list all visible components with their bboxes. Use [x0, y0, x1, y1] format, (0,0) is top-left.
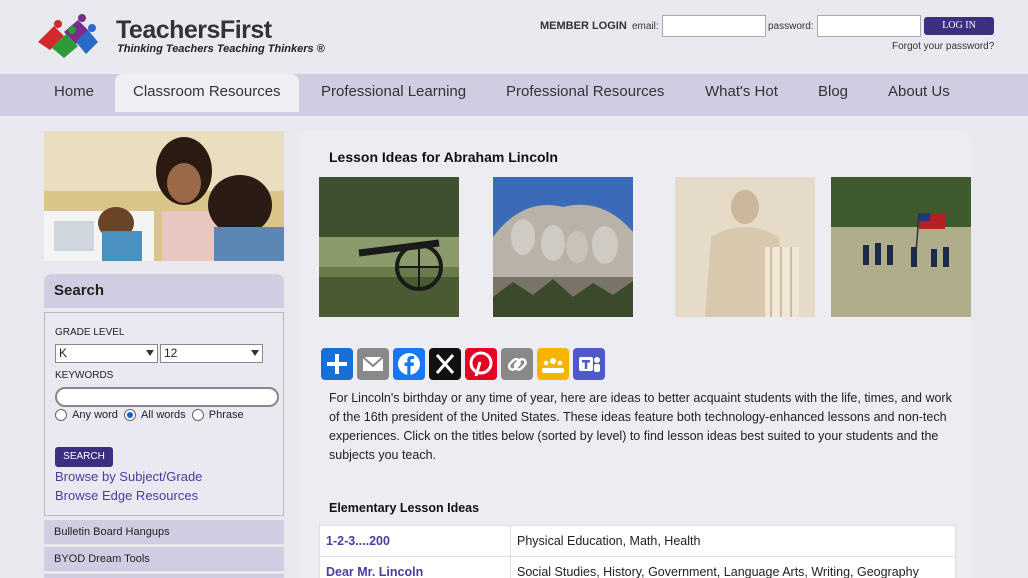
brand-tagline: Thinking Teachers Teaching Thinkers ® — [117, 43, 325, 55]
member-login-title: MEMBER LOGIN — [540, 20, 627, 32]
email-icon[interactable] — [357, 348, 389, 380]
lesson-subjects: Social Studies, History, Government, Lan… — [517, 565, 919, 578]
nav-about-us[interactable]: About Us — [870, 74, 968, 112]
lesson-title-link[interactable]: 1-2-3....200 — [320, 526, 511, 556]
site-logo[interactable]: TeachersFirst Thinking Teachers Teaching… — [36, 12, 325, 60]
site-header: TeachersFirst Thinking Teachers Teaching… — [0, 0, 1028, 74]
brand-name: TeachersFirst — [116, 16, 272, 44]
lesson-table: 1-2-3....200 Physical Education, Math, H… — [319, 525, 956, 578]
match-options: Any word All words Phrase — [55, 409, 244, 422]
radio-phrase-label: Phrase — [208, 409, 244, 422]
sidebar-item-byod-dream-tools[interactable]: BYOD Dream Tools — [44, 547, 284, 571]
teams-icon[interactable] — [573, 348, 605, 380]
civil-war-reenactment-photo — [831, 177, 971, 317]
radio-any-word-label: Any word — [72, 409, 118, 422]
pinterest-icon[interactable] — [465, 348, 497, 380]
google-classroom-icon[interactable] — [537, 348, 569, 380]
chevron-down-icon — [146, 350, 154, 356]
nav-blog[interactable]: Blog — [800, 74, 866, 112]
main-nav: Home Classroom Resources Professional Le… — [0, 74, 1028, 116]
page-title: Lesson Ideas for Abraham Lincoln — [329, 149, 558, 165]
intro-paragraph: For Lincoln's birthday or any time of ye… — [329, 391, 952, 462]
nav-classroom-resources[interactable]: Classroom Resources — [115, 74, 299, 112]
nav-professional-resources[interactable]: Professional Resources — [488, 74, 682, 112]
browse-subject-grade-link[interactable]: Browse by Subject/Grade — [55, 469, 202, 484]
main-content: Lesson Ideas for Abraham Lincoln For Lin… — [299, 131, 971, 578]
search-heading: Search — [44, 274, 284, 308]
member-login-form: MEMBER LOGIN email: password: LOG IN — [540, 15, 1000, 39]
sidebar-item-bulletin-board-hangups[interactable]: Bulletin Board Hangups — [44, 520, 284, 544]
grade-from-value: K — [59, 346, 68, 360]
cannon-photo — [319, 177, 459, 317]
grade-from-select[interactable]: K — [55, 344, 158, 363]
radio-all-words[interactable] — [123, 409, 136, 422]
password-field[interactable] — [817, 15, 921, 37]
radio-any-word[interactable] — [55, 409, 67, 422]
nav-professional-learning[interactable]: Professional Learning — [303, 74, 484, 112]
lincoln-memorial-photo — [675, 177, 815, 317]
mount-rushmore-photo — [493, 177, 633, 317]
password-label: password: — [768, 21, 814, 32]
nav-whats-hot[interactable]: What's Hot — [687, 74, 796, 112]
keywords-label: KEYWORDS — [55, 370, 114, 381]
chevron-down-icon — [251, 350, 259, 356]
search-button[interactable]: SEARCH — [55, 447, 113, 467]
share-icon[interactable] — [321, 348, 353, 380]
copy-link-icon[interactable] — [501, 348, 533, 380]
puzzle-people-logo-icon — [38, 14, 98, 58]
sidebar-hero-image — [44, 131, 284, 261]
grade-level-label: GRADE LEVEL — [55, 327, 125, 338]
keywords-input[interactable] — [55, 387, 279, 407]
table-row: Dear Mr. Lincoln Social Studies, History… — [319, 556, 956, 578]
email-field[interactable] — [662, 15, 766, 37]
login-button[interactable]: LOG IN — [924, 17, 994, 35]
search-panel: GRADE LEVEL K 12 KEYWORDS Any word All w… — [44, 312, 284, 516]
nav-home[interactable]: Home — [36, 74, 112, 112]
grade-to-select[interactable]: 12 — [160, 344, 263, 363]
lesson-subjects: Physical Education, Math, Health — [517, 534, 701, 548]
x-icon[interactable] — [429, 348, 461, 380]
radio-all-words-label: All words — [141, 409, 186, 422]
table-row: 1-2-3....200 Physical Education, Math, H… — [319, 525, 956, 557]
facebook-icon[interactable] — [393, 348, 425, 380]
forgot-password-link[interactable]: Forgot your password? — [892, 41, 994, 52]
sidebar-item-next[interactable] — [44, 574, 284, 578]
browse-edge-resources-link[interactable]: Browse Edge Resources — [55, 488, 198, 503]
grade-to-value: 12 — [164, 346, 178, 360]
lesson-title-link[interactable]: Dear Mr. Lincoln — [320, 557, 511, 578]
email-label: email: — [632, 21, 659, 32]
elementary-section-heading: Elementary Lesson Ideas — [329, 501, 480, 515]
radio-phrase[interactable] — [191, 409, 204, 422]
